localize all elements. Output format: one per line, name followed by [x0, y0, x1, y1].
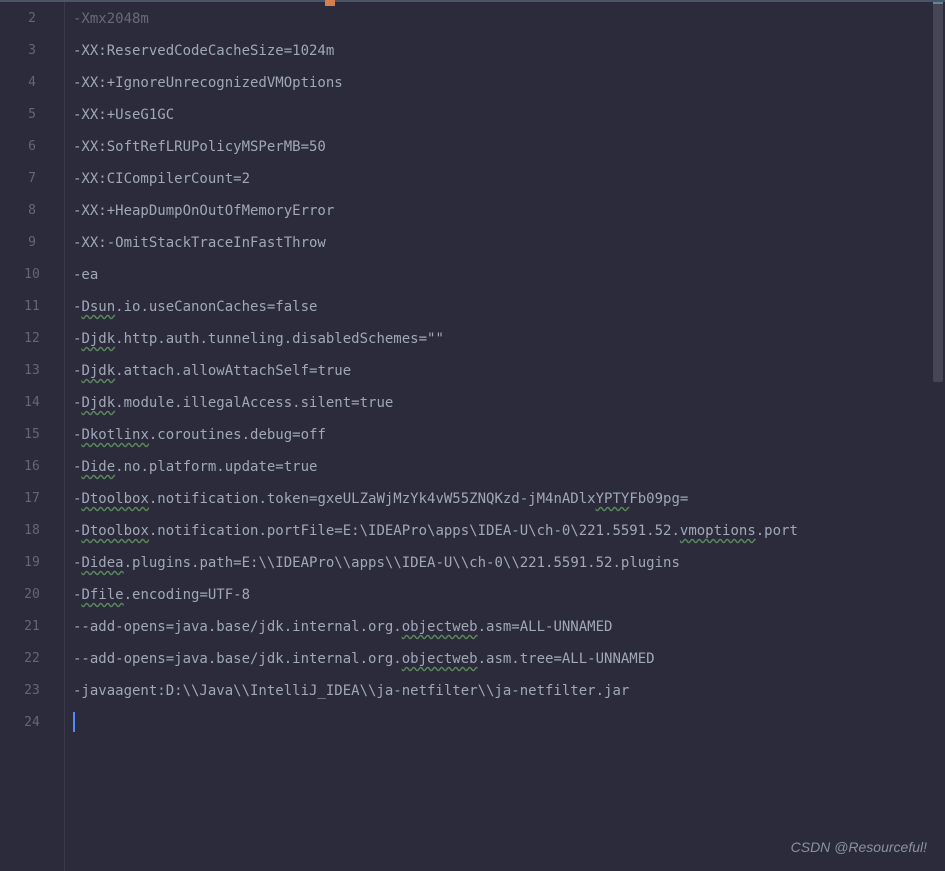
code-text: -XX:+HeapDumpOnOutOfMemoryError — [73, 203, 334, 219]
code-line[interactable]: -ea — [73, 259, 945, 291]
line-number: 13 — [13, 355, 51, 387]
code-text: Dfile — [81, 587, 123, 603]
code-text: --add-opens=java.base/jdk.internal.org. — [73, 651, 402, 667]
scrollbar-marker — [933, 2, 943, 4]
line-number: 24 — [13, 707, 51, 739]
line-number: 11 — [13, 291, 51, 323]
watermark-text: CSDN @Resourceful! — [791, 839, 927, 855]
line-number: 4 — [13, 67, 51, 99]
code-editor-area[interactable]: -Xmx2048m -XX:ReservedCodeCacheSize=1024m… — [65, 0, 945, 871]
code-line[interactable]: -Didea.plugins.path=E:\\IDEAPro\\apps\\I… — [73, 547, 945, 579]
code-text: -XX:+UseG1GC — [73, 107, 174, 123]
code-text: Didea — [81, 555, 123, 571]
code-line[interactable]: -Xmx2048m — [73, 3, 945, 35]
editor-container: 23456789101112131415161718192021222324 -… — [0, 0, 945, 871]
code-line[interactable]: -XX:+UseG1GC — [73, 99, 945, 131]
code-text: -XX:SoftRefLRUPolicyMSPerMB=50 — [73, 139, 326, 155]
line-number: 15 — [13, 419, 51, 451]
line-number: 18 — [13, 515, 51, 547]
code-line[interactable]: -Djdk.http.auth.tunneling.disabledScheme… — [73, 323, 945, 355]
code-text: Dide — [81, 459, 115, 475]
code-text: Dsun — [81, 299, 115, 315]
code-line[interactable]: -XX:CICompilerCount=2 — [73, 163, 945, 195]
code-line[interactable]: -XX:-OmitStackTraceInFastThrow — [73, 227, 945, 259]
code-text: objectweb — [402, 651, 478, 667]
code-text: vmoptions — [680, 523, 756, 539]
line-number: 22 — [13, 643, 51, 675]
line-number: 21 — [13, 611, 51, 643]
code-text: -Xmx2048m — [73, 11, 149, 27]
code-text: .notification.portFile=E:\IDEAPro\apps\I… — [149, 523, 680, 539]
line-number: 8 — [13, 195, 51, 227]
code-text: --add-opens=java.base/jdk.internal.org. — [73, 619, 402, 635]
code-text: objectweb — [402, 619, 478, 635]
line-number: 5 — [13, 99, 51, 131]
text-cursor — [73, 712, 75, 732]
line-number: 23 — [13, 675, 51, 707]
line-number: 7 — [13, 163, 51, 195]
code-text: .encoding=UTF-8 — [124, 587, 250, 603]
code-text: .module.illegalAccess.silent=true — [115, 395, 393, 411]
code-text: Djdk — [81, 331, 115, 347]
code-line[interactable]: -Dtoolbox.notification.portFile=E:\IDEAP… — [73, 515, 945, 547]
code-text: -ea — [73, 267, 98, 283]
line-number: 14 — [13, 387, 51, 419]
line-number: 17 — [13, 483, 51, 515]
line-number: 6 — [13, 131, 51, 163]
line-number: 20 — [13, 579, 51, 611]
vertical-scrollbar[interactable] — [931, 0, 943, 871]
code-text: .asm=ALL-UNNAMED — [478, 619, 613, 635]
code-text: .io.useCanonCaches=false — [115, 299, 317, 315]
code-text: Djdk — [81, 395, 115, 411]
code-line[interactable]: -XX:SoftRefLRUPolicyMSPerMB=50 — [73, 131, 945, 163]
code-line[interactable]: -Dsun.io.useCanonCaches=false — [73, 291, 945, 323]
code-text: Dtoolbox — [81, 491, 148, 507]
line-number: 10 — [13, 259, 51, 291]
line-number-gutter[interactable]: 23456789101112131415161718192021222324 — [0, 0, 65, 871]
code-line[interactable]: -Djdk.attach.allowAttachSelf=true — [73, 355, 945, 387]
code-text: Fb09pg= — [629, 491, 688, 507]
code-line[interactable]: -Dtoolbox.notification.token=gxeULZaWjMz… — [73, 483, 945, 515]
code-text: -XX:+IgnoreUnrecognizedVMOptions — [73, 75, 343, 91]
code-line[interactable]: -Dfile.encoding=UTF-8 — [73, 579, 945, 611]
code-text: .attach.allowAttachSelf=true — [115, 363, 351, 379]
code-line[interactable]: --add-opens=java.base/jdk.internal.org.o… — [73, 611, 945, 643]
code-line[interactable] — [73, 707, 945, 739]
line-number: 19 — [13, 547, 51, 579]
line-number: 9 — [13, 227, 51, 259]
code-text: .http.auth.tunneling.disabledSchemes="" — [115, 331, 444, 347]
code-line[interactable]: -Dkotlinx.coroutines.debug=off — [73, 419, 945, 451]
line-number: 12 — [13, 323, 51, 355]
line-number: 3 — [13, 35, 51, 67]
editor-top-border — [0, 0, 945, 2]
code-text: Djdk — [81, 363, 115, 379]
code-text: .no.platform.update=true — [115, 459, 317, 475]
code-text: .asm.tree=ALL-UNNAMED — [478, 651, 655, 667]
code-text: -XX:CICompilerCount=2 — [73, 171, 250, 187]
code-text: .plugins.path=E:\\IDEAPro\\apps\\IDEA-U\… — [124, 555, 680, 571]
code-line[interactable]: -XX:+IgnoreUnrecognizedVMOptions — [73, 67, 945, 99]
line-number: 2 — [13, 3, 51, 35]
code-line[interactable]: -javaagent:D:\\Java\\IntelliJ_IDEA\\ja-n… — [73, 675, 945, 707]
code-text: .notification.token=gxeULZaWjMzYk4vW55ZN… — [149, 491, 596, 507]
code-line[interactable]: --add-opens=java.base/jdk.internal.org.o… — [73, 643, 945, 675]
code-text: .port — [756, 523, 798, 539]
editor-top-marker — [325, 0, 335, 6]
code-line[interactable]: -Djdk.module.illegalAccess.silent=true — [73, 387, 945, 419]
code-line[interactable]: -XX:ReservedCodeCacheSize=1024m — [73, 35, 945, 67]
code-text: -XX:ReservedCodeCacheSize=1024m — [73, 43, 334, 59]
code-text: -XX:-OmitStackTraceInFastThrow — [73, 235, 326, 251]
code-text: -javaagent:D:\\Java\\IntelliJ_IDEA\\ja-n… — [73, 683, 629, 699]
scrollbar-thumb[interactable] — [933, 2, 943, 382]
code-line[interactable]: -XX:+HeapDumpOnOutOfMemoryError — [73, 195, 945, 227]
code-text: Dtoolbox — [81, 523, 148, 539]
line-number: 16 — [13, 451, 51, 483]
code-text: .coroutines.debug=off — [149, 427, 326, 443]
code-text: YPTY — [596, 491, 630, 507]
code-text: Dkotlinx — [81, 427, 148, 443]
code-line[interactable]: -Dide.no.platform.update=true — [73, 451, 945, 483]
